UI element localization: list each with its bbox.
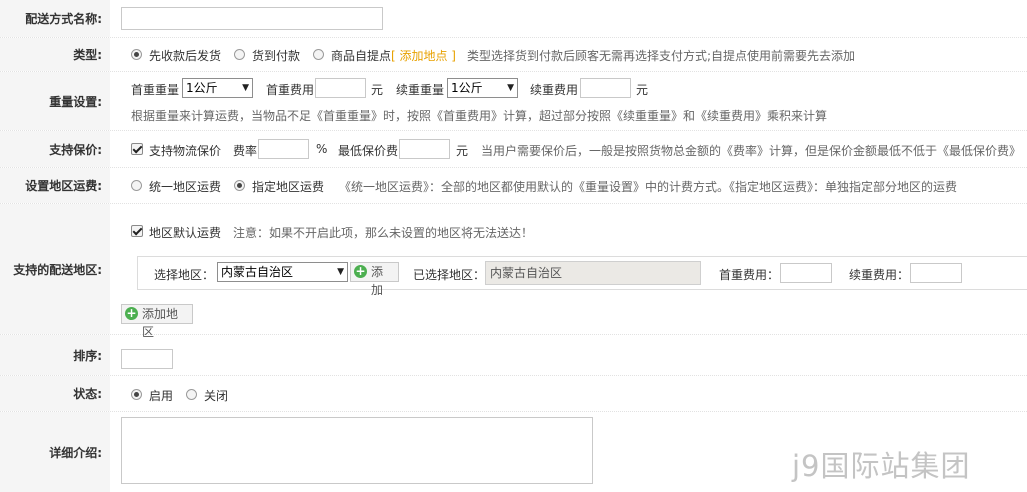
label-insurance: 支持保价: — [0, 131, 110, 167]
region-fee-radio-uniform[interactable] — [131, 180, 142, 191]
insurance-hint: 当用户需要保价后，一般是按照货物总金额的《费率》计算，但是保价金额最低不低于《最… — [481, 144, 1022, 158]
select-region-label: 选择地区： — [154, 268, 215, 282]
region-default-label: 地区默认运费 — [149, 226, 222, 240]
status-radio-enable[interactable] — [131, 389, 142, 400]
cont-fee-input[interactable] — [580, 78, 631, 98]
region-fee-radio-specified[interactable] — [234, 180, 245, 191]
selected-region-value: 内蒙古自治区 — [490, 266, 563, 280]
add-region-button[interactable]: + 添加地区 — [121, 304, 193, 339]
status-label-disable: 关闭 — [204, 389, 229, 403]
first-weight-select[interactable]: 1公斤 ▼ — [182, 78, 253, 98]
rate-input[interactable] — [258, 139, 309, 159]
row-sort: 排序: — [0, 335, 1027, 376]
row-insurance: 支持保价: 支持物流保价 费率 % 最低保价费 元 当用户需要保价后，一般是按照… — [0, 131, 1027, 168]
region-select[interactable]: 内蒙古自治区 ▼ — [217, 262, 348, 282]
first-weight-label: 首重重量 — [131, 83, 180, 97]
chevron-down-icon: ▼ — [242, 83, 249, 93]
rate-label: 费率 — [233, 144, 258, 158]
shipping-method-form: 配送方式名称: 类型: 先收款后发货 货到付款 商品自提点 [ 添加地点 ] 类… — [0, 0, 1027, 492]
watermark: j9国际站集团 — [792, 449, 971, 483]
add-icon: + — [125, 306, 138, 320]
region-first-fee-input[interactable] — [780, 263, 832, 283]
label-description: 详细介绍: — [0, 412, 110, 492]
add-region-inline-button[interactable]: + 添加 — [350, 262, 399, 297]
region-select-value: 内蒙古自治区 — [221, 265, 294, 279]
region-cont-fee-input[interactable] — [910, 263, 962, 283]
add-region-inline-label: 添加 — [371, 265, 384, 297]
cont-weight-value: 1公斤 — [451, 81, 483, 95]
row-region-fee: 设置地区运费: 统一地区运费 指定地区运费 《统一地区运费》：全部的地区都使用默… — [0, 168, 1027, 204]
row-type: 类型: 先收款后发货 货到付款 商品自提点 [ 添加地点 ] 类型选择货到付款后… — [0, 38, 1027, 72]
add-icon: + — [354, 264, 367, 278]
selected-region-label: 已选择地区： — [413, 268, 486, 282]
first-fee-label: 首重费用 — [266, 83, 315, 97]
type-label-prepay: 先收款后发货 — [149, 49, 222, 63]
first-fee-input[interactable] — [315, 78, 366, 98]
weight-hint: 根据重量来计算运费，当物品不足《首重重量》时，按照《首重费用》计算，超过部分按照… — [131, 109, 828, 123]
insurance-checkbox[interactable] — [131, 143, 143, 155]
type-label-cod: 货到付款 — [252, 49, 301, 63]
min-fee-label: 最低保价费 — [338, 144, 399, 158]
insurance-checkbox-label: 支持物流保价 — [149, 144, 222, 158]
region-fee-label-uniform: 统一地区运费 — [149, 180, 222, 194]
region-entry-box: 选择地区： 内蒙古自治区 ▼ + 添加 已选择地区： 内蒙古自治区 首重费用： … — [137, 256, 1027, 297]
label-type: 类型: — [0, 38, 110, 71]
region-cont-fee-label: 续重费用： — [849, 268, 910, 282]
row-name: 配送方式名称: — [0, 0, 1027, 38]
rate-percent: % — [316, 142, 328, 156]
label-status: 状态: — [0, 376, 110, 411]
status-radio-disable[interactable] — [186, 389, 197, 400]
description-textarea[interactable] — [121, 417, 593, 484]
first-fee-unit: 元 — [371, 83, 384, 97]
selected-region-display: 内蒙古自治区 — [485, 261, 701, 285]
cont-weight-select[interactable]: 1公斤 ▼ — [447, 78, 518, 98]
cont-weight-label: 续重重量 — [396, 83, 445, 97]
chevron-down-icon: ▼ — [507, 83, 514, 93]
row-status: 状态: 启用 关闭 — [0, 376, 1027, 412]
label-regions: 支持的配送地区: — [0, 204, 110, 334]
first-weight-value: 1公斤 — [186, 81, 218, 95]
type-radio-pickup[interactable] — [313, 49, 324, 60]
min-fee-unit: 元 — [456, 144, 469, 158]
type-hint: 类型选择货到付款后顾客无需再选择支付方式;自提点使用前需要先去添加 — [467, 49, 856, 63]
row-weight: 重量设置: 首重重量 1公斤 ▼ 首重费用 元 续重重量 1公斤 ▼ 续重费用 … — [0, 72, 1027, 131]
cont-fee-unit: 元 — [636, 83, 649, 97]
label-sort: 排序: — [0, 335, 110, 375]
label-region-fee: 设置地区运费: — [0, 168, 110, 203]
label-name: 配送方式名称: — [0, 0, 110, 37]
region-first-fee-label: 首重费用： — [719, 268, 780, 282]
cont-fee-label: 续重费用 — [530, 83, 579, 97]
label-weight: 重量设置: — [0, 72, 110, 130]
type-radio-prepay[interactable] — [131, 49, 142, 60]
chevron-down-icon: ▼ — [337, 267, 344, 277]
region-fee-hint: 《统一地区运费》：全部的地区都使用默认的《重量设置》中的计费方式。《指定地区运费… — [339, 180, 958, 194]
type-label-pickup: 商品自提点 — [331, 49, 392, 63]
add-pickup-link[interactable]: [ 添加地点 ] — [391, 47, 456, 64]
region-default-hint: 注意：如果不开启此项，那么未设置的地区将无法送达！ — [233, 226, 534, 240]
name-input[interactable] — [121, 7, 383, 30]
region-fee-label-specified: 指定地区运费 — [252, 180, 325, 194]
type-radio-cod[interactable] — [234, 49, 245, 60]
region-default-checkbox[interactable] — [131, 225, 143, 237]
min-fee-input[interactable] — [399, 139, 450, 159]
sort-input[interactable] — [121, 349, 173, 369]
status-label-enable: 启用 — [149, 389, 174, 403]
